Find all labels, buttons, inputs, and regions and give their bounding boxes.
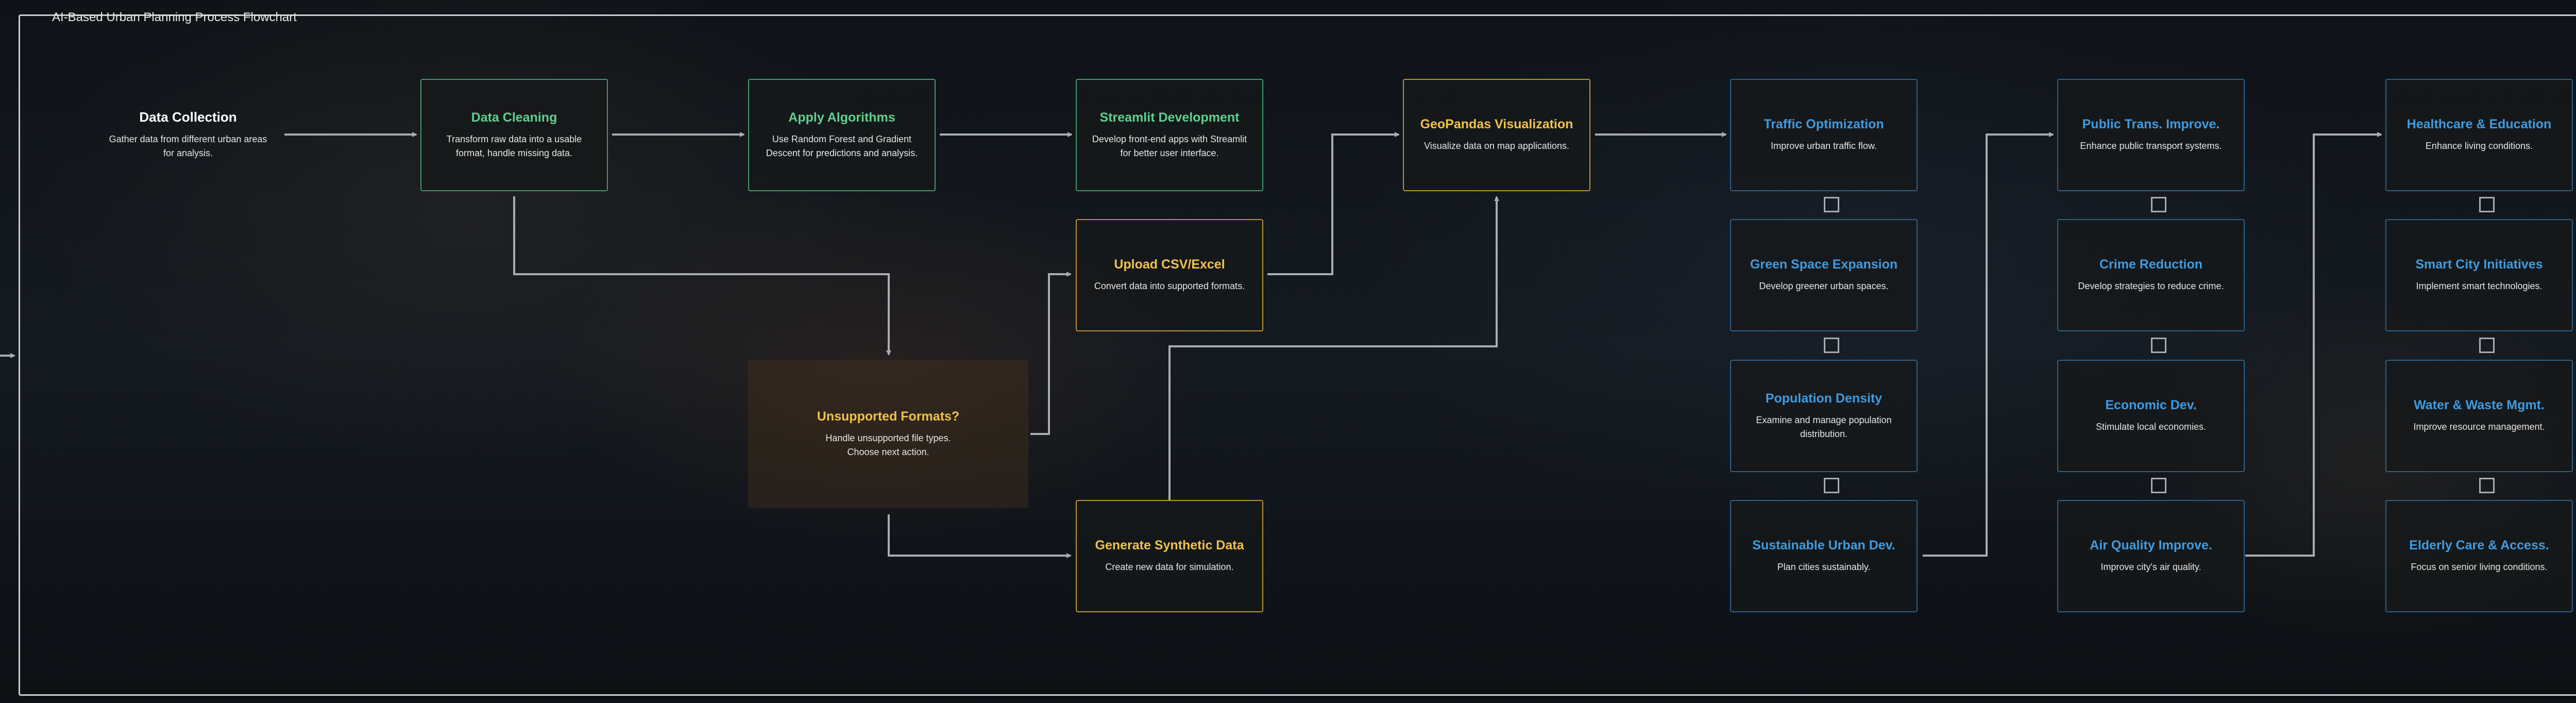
node-desc: Visualize data on map applications. bbox=[1424, 141, 1569, 151]
node-title: Elderly Care & Access. bbox=[2409, 538, 2549, 553]
node-title: Economic Dev. bbox=[2105, 398, 2197, 412]
link-box-public-crime bbox=[2151, 197, 2166, 212]
link-box-economic-air bbox=[2151, 478, 2166, 493]
node-title: Green Space Expansion bbox=[1750, 257, 1898, 272]
node-title: Crime Reduction bbox=[2099, 257, 2203, 272]
node-title: Apply Algorithms bbox=[788, 110, 895, 125]
node-generate-synthetic-data[interactable]: Generate Synthetic Data Create new data … bbox=[1076, 500, 1263, 612]
edge-sustainable-public bbox=[1923, 132, 2054, 557]
link-box-healthcare-smart bbox=[2479, 197, 2495, 212]
node-geopandas-visualization[interactable]: GeoPandas Visualization Visualize data o… bbox=[1403, 79, 1590, 191]
node-population-density[interactable]: Population Density Examine and manage po… bbox=[1730, 360, 1918, 472]
node-upload-csv[interactable]: Upload CSV/Excel Convert data into suppo… bbox=[1076, 219, 1263, 331]
node-public-trans-improve[interactable]: Public Trans. Improve. Enhance public tr… bbox=[2057, 79, 2245, 191]
node-desc: Transform raw data into a usable format,… bbox=[446, 133, 582, 158]
edge-unsupported-synthetic bbox=[888, 514, 1072, 558]
node-desc: Stimulate local economies. bbox=[2095, 422, 2207, 432]
node-unsupported-formats[interactable]: Unsupported Formats? Handle unsupported … bbox=[748, 360, 1028, 508]
node-desc: Handle unsupported file types. Choose ne… bbox=[825, 432, 951, 457]
node-title: Generate Synthetic Data bbox=[1095, 538, 1244, 553]
node-desc: Convert data into supported formats. bbox=[1094, 281, 1245, 291]
node-desc: Improve city's air quality. bbox=[2100, 562, 2201, 572]
node-title: Healthcare & Education bbox=[2406, 117, 2552, 131]
node-desc: Gather data from different urban areas f… bbox=[109, 133, 267, 158]
node-title: Water & Waste Mgmt. bbox=[2414, 398, 2545, 412]
edge-streamlit-geopandas bbox=[1267, 132, 1400, 275]
node-healthcare-education[interactable]: Healthcare & Education Enhance living co… bbox=[2385, 79, 2573, 191]
node-desc: Implement smart technologies. bbox=[2416, 281, 2543, 291]
node-green-space-expansion[interactable]: Green Space Expansion Develop greener ur… bbox=[1730, 219, 1918, 331]
node-desc: Examine and manage population distributi… bbox=[1756, 414, 1892, 439]
node-title: Population Density bbox=[1765, 391, 1883, 406]
edge-cleaning-unsupported bbox=[513, 196, 891, 356]
node-desc: Develop strategies to reduce crime. bbox=[2078, 281, 2224, 291]
node-desc: Improve resource management. bbox=[2413, 422, 2545, 432]
node-title: Smart City Initiatives bbox=[2415, 257, 2543, 272]
edge-air-healthcare bbox=[2245, 132, 2382, 557]
node-economic-dev[interactable]: Economic Dev. Stimulate local economies. bbox=[2057, 360, 2245, 472]
node-apply-algorithms[interactable]: Apply Algorithms Use Random Forest and G… bbox=[748, 79, 936, 191]
link-box-green-population bbox=[1824, 338, 1839, 353]
node-title: Public Trans. Improve. bbox=[2082, 117, 2220, 131]
node-data-cleaning[interactable]: Data Cleaning Transform raw data into a … bbox=[420, 79, 608, 191]
node-desc: Focus on senior living conditions. bbox=[2411, 562, 2548, 572]
node-desc: Create new data for simulation. bbox=[1105, 562, 1234, 572]
node-desc: Develop greener urban spaces. bbox=[1759, 281, 1889, 291]
node-smart-city-initiatives[interactable]: Smart City Initiatives Implement smart t… bbox=[2385, 219, 2573, 331]
node-desc: Develop front-end apps with Streamlit fo… bbox=[1092, 133, 1247, 158]
node-data-collection[interactable]: Data Collection Gather data from differe… bbox=[90, 79, 286, 190]
node-title: Air Quality Improve. bbox=[2090, 538, 2212, 553]
link-box-population-sustainable bbox=[1824, 478, 1839, 493]
node-title: Data Collection bbox=[139, 109, 237, 125]
node-title: Unsupported Formats? bbox=[817, 409, 960, 424]
node-title: Sustainable Urban Dev. bbox=[1752, 538, 1895, 553]
node-title: Streamlit Development bbox=[1099, 110, 1240, 125]
node-desc: Improve urban traffic flow. bbox=[1771, 141, 1877, 151]
node-title: Traffic Optimization bbox=[1764, 117, 1884, 131]
node-title: Data Cleaning bbox=[471, 110, 557, 125]
node-elderly-care-access[interactable]: Elderly Care & Access. Focus on senior l… bbox=[2385, 500, 2573, 612]
edge-unsupported-upload bbox=[1030, 272, 1072, 435]
node-crime-reduction[interactable]: Crime Reduction Develop strategies to re… bbox=[2057, 219, 2245, 331]
node-air-quality-improve[interactable]: Air Quality Improve. Improve city's air … bbox=[2057, 500, 2245, 612]
node-desc: Plan cities sustainably. bbox=[1777, 562, 1871, 572]
link-box-smart-water bbox=[2479, 338, 2495, 353]
node-sustainable-urban-dev[interactable]: Sustainable Urban Dev. Plan cities susta… bbox=[1730, 500, 1918, 612]
link-box-traffic-green bbox=[1824, 197, 1839, 212]
node-desc: Enhance public transport systems. bbox=[2080, 141, 2222, 151]
node-desc: Enhance living conditions. bbox=[2425, 141, 2533, 151]
node-traffic-optimization[interactable]: Traffic Optimization Improve urban traff… bbox=[1730, 79, 1918, 191]
node-desc: Use Random Forest and Gradient Descent f… bbox=[766, 133, 918, 158]
link-box-crime-economic bbox=[2151, 338, 2166, 353]
node-title: Upload CSV/Excel bbox=[1114, 257, 1225, 272]
node-water-waste-mgmt[interactable]: Water & Waste Mgmt. Improve resource man… bbox=[2385, 360, 2573, 472]
node-title: GeoPandas Visualization bbox=[1420, 117, 1573, 131]
node-streamlit-development[interactable]: Streamlit Development Develop front-end … bbox=[1076, 79, 1263, 191]
link-box-water-elderly bbox=[2479, 478, 2495, 493]
